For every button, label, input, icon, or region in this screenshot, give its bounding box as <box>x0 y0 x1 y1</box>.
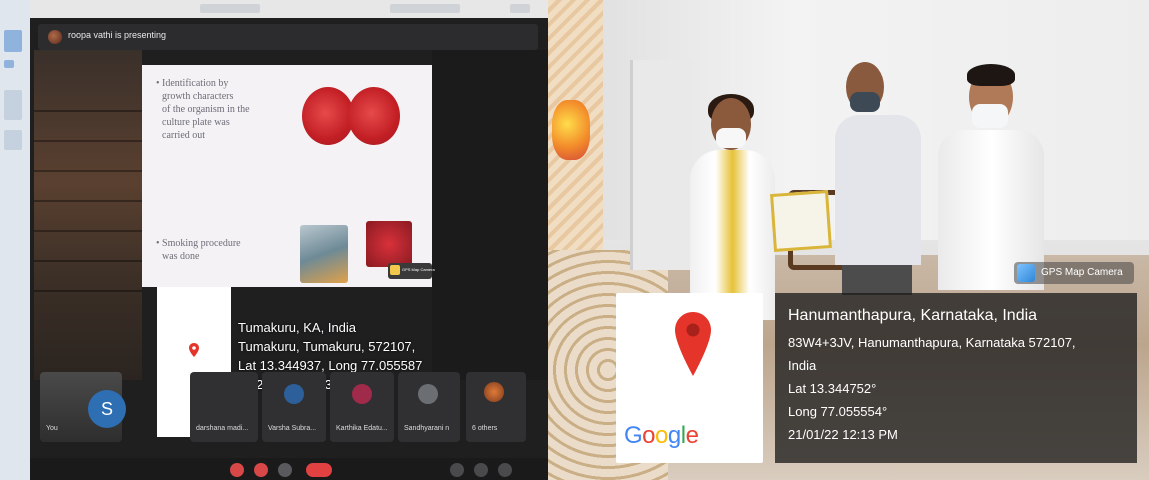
slide-line: was done <box>162 251 200 262</box>
stamp-line: Tumakuru, KA, India <box>238 320 357 335</box>
person-center <box>835 115 921 265</box>
shared-screen-left-margin <box>34 50 142 380</box>
shared-screen-right-margin <box>432 50 548 380</box>
gps-thumb-icon <box>390 265 400 275</box>
map-pin-icon <box>189 343 199 357</box>
presenter-avatar-icon <box>48 30 62 44</box>
slide-line: carried out <box>162 130 206 141</box>
participant-tile[interactable]: darshana madi... <box>190 372 258 442</box>
participant-avatar <box>284 384 304 404</box>
participant-tile[interactable]: Sandhyarani n <box>398 372 460 442</box>
google-logo: Google <box>624 422 699 450</box>
self-avatar[interactable]: S <box>88 390 126 428</box>
gps-thumb-badge: GPS Map Camera <box>388 263 435 279</box>
latitude-text: Lat 13.344752° <box>788 381 877 396</box>
google-letter: g <box>667 422 681 449</box>
gps-camera-label: GPS Map Camera <box>1041 267 1123 278</box>
slide-line: of the organism in the <box>162 104 250 115</box>
google-letter: o <box>655 422 668 449</box>
face-mask <box>716 128 746 148</box>
info-icon[interactable] <box>450 463 464 477</box>
stamp-line: Tumakuru, Tumakuru, 572107, <box>238 339 416 354</box>
participant-name: Karthika Edatu... <box>336 425 388 432</box>
location-title: Hanumanthapura, Karnataka, India <box>788 307 1038 324</box>
call-controls-bar <box>30 458 548 480</box>
map-pin-icon <box>675 312 711 376</box>
participant-tile[interactable]: Karthika Edatu... <box>330 372 394 442</box>
participant-avatar <box>418 384 438 404</box>
participant-avatar <box>484 382 504 402</box>
presenter-text: roopa vathi is presenting <box>68 30 167 40</box>
certificate <box>770 190 832 252</box>
browser-tab-bar <box>30 0 548 18</box>
google-letter: o <box>642 422 656 449</box>
presentation-slide: • Identification by growth characters of… <box>142 65 435 287</box>
address-line: India <box>788 358 817 373</box>
present-icon[interactable] <box>278 463 292 477</box>
people-icon[interactable] <box>474 463 488 477</box>
participant-tile[interactable]: Varsha Subra... <box>262 372 326 442</box>
participant-name: 6 others <box>472 425 498 432</box>
flower-decoration <box>552 100 590 160</box>
participant-name: darshana madi... <box>196 425 249 432</box>
doorway <box>630 60 693 270</box>
participant-tile[interactable]: 6 others <box>466 372 526 442</box>
gps-camera-icon <box>1017 264 1035 282</box>
chat-icon[interactable] <box>498 463 512 477</box>
address-line: 83W4+3JV, Hanumanthapura, Karnataka 5721… <box>788 335 1076 350</box>
gps-thumb-label: GPS Map Camera <box>402 267 435 272</box>
slide-bullet-2: • Smoking procedure was done <box>156 237 241 263</box>
end-call-icon[interactable] <box>306 463 332 477</box>
google-letter: e <box>685 422 699 449</box>
participant-avatar <box>352 384 372 404</box>
participant-name: Varsha Subra... <box>268 425 317 432</box>
slide-line: • Identification by <box>156 78 229 89</box>
face-mask <box>850 92 880 112</box>
participant-name: Sandhyarani n <box>404 425 450 432</box>
datetime-text: 21/01/22 12:13 PM <box>788 427 898 442</box>
longitude-text: Long 77.055554° <box>788 404 888 419</box>
camera-icon[interactable] <box>254 463 268 477</box>
face-mask <box>972 104 1008 128</box>
procedure-photo-thumb <box>366 221 412 267</box>
culture-plate-image <box>302 87 354 145</box>
culture-plate-image <box>348 87 400 145</box>
slide-bullet-1: • Identification by growth characters of… <box>156 77 250 142</box>
participant-name: You <box>46 425 58 432</box>
person-right-hair <box>967 64 1015 86</box>
slide-line: growth characters <box>162 91 234 102</box>
google-letter: G <box>624 422 643 449</box>
browser-sidebar-edge <box>0 0 34 480</box>
slide-line: • Smoking procedure <box>156 238 241 249</box>
mic-icon[interactable] <box>230 463 244 477</box>
slide-line: culture plate was <box>162 117 230 128</box>
procedure-photo-thumb <box>300 225 348 283</box>
